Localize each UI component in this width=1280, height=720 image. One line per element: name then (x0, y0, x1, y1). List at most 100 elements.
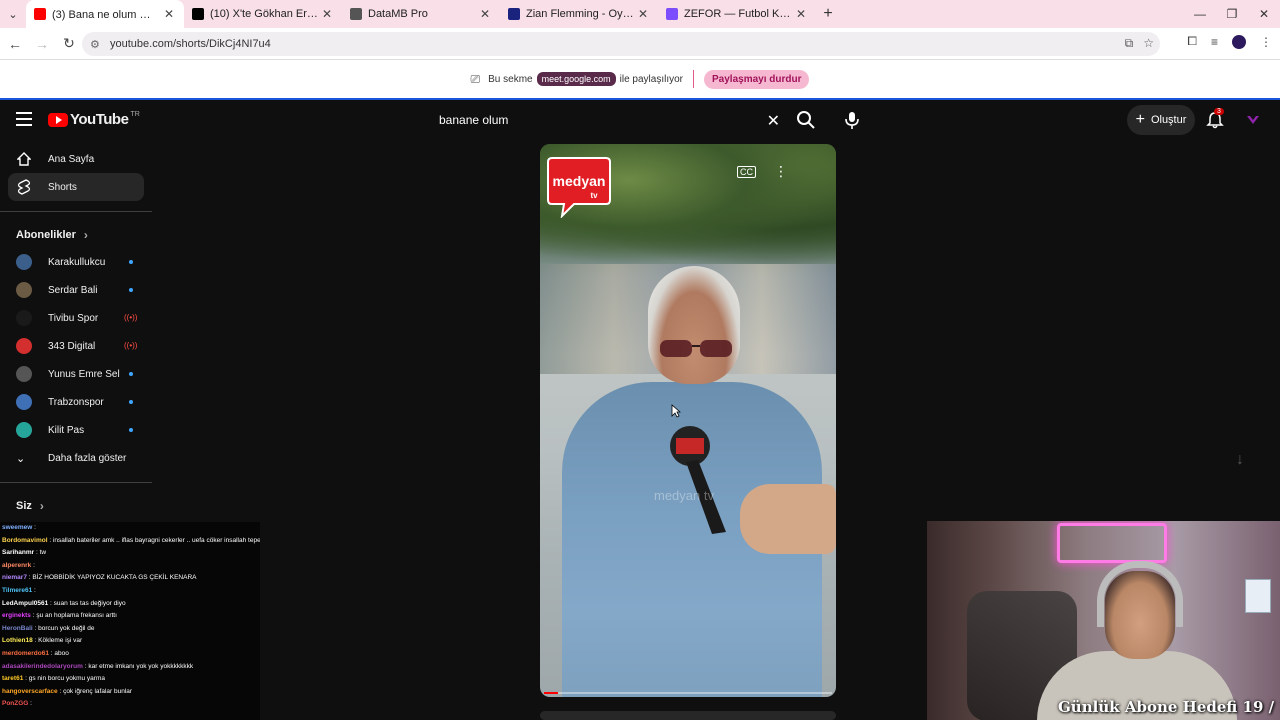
interviewer-hand (740, 484, 836, 554)
chat-text: Kökleme işi var (38, 637, 83, 645)
subscription-item[interactable]: Serdar Bali (0, 276, 152, 304)
home-icon (16, 151, 32, 167)
shared-site-pill[interactable]: meet.google.com (536, 72, 616, 86)
more-options-icon[interactable]: ⋮ (774, 163, 788, 180)
subscription-item[interactable]: Tivibu Spor ((•)) (0, 304, 152, 332)
subscription-item[interactable]: Karakullukcu (0, 248, 152, 276)
captions-button[interactable]: CC (737, 166, 756, 178)
stop-sharing-button[interactable]: Paylaşmayı durdur (704, 69, 810, 89)
headset-shape (1097, 561, 1183, 627)
url-field[interactable]: ⚙ youtube.com/shorts/DikCj4NI7u4 ⧉ ☆ (82, 32, 1160, 56)
browser-tab[interactable]: (10) X'te Gökhan Erdem: "fabinl✕ (184, 0, 342, 28)
subscriptions-header[interactable]: Abonelikler › (0, 222, 152, 248)
new-content-dot-icon (129, 428, 133, 432)
channel-avatar (16, 254, 32, 270)
channel-avatar (16, 422, 32, 438)
neon-sign (1057, 523, 1167, 563)
chat-text: suan tas tas değiyor diyo (53, 599, 126, 607)
account-avatar[interactable] (1245, 112, 1261, 128)
close-window-icon[interactable]: ✕ (1248, 0, 1280, 28)
minimize-icon[interactable]: — (1184, 0, 1216, 28)
short-video-player[interactable]: medyan tv CC ⋮ medyan tv (540, 144, 836, 697)
chat-text: aboo (54, 649, 69, 657)
sidebar-item-home[interactable]: Ana Sayfa (8, 145, 144, 173)
install-app-icon[interactable]: ⧉ (1125, 36, 1134, 51)
microphone-icon[interactable] (842, 109, 862, 131)
youtube-logo[interactable]: YouTube TR (48, 111, 140, 128)
progress-fill (544, 692, 559, 694)
forward-icon[interactable]: → (30, 32, 54, 56)
channel-name: Serdar Bali (48, 284, 98, 296)
chat-text: çok iğrenç lafalar bunlar (63, 687, 133, 695)
chat-username: hangoverscarface (2, 687, 58, 695)
browser-tab[interactable]: ZEFOR — Futbol Kadro Planlama✕ (658, 0, 816, 28)
profile-avatar[interactable] (1232, 34, 1246, 49)
create-button[interactable]: + Oluştur (1127, 105, 1195, 135)
channel-avatar (16, 338, 32, 354)
tab-title: DataMB Pro (368, 8, 428, 20)
chat-username: PonZGG (2, 700, 29, 708)
browser-menu-icon[interactable]: ⋮ (1260, 35, 1272, 49)
chat-message: PonZGG : (2, 698, 260, 711)
sidebar-divider (0, 482, 152, 483)
chat-username: niemar7 (2, 574, 27, 582)
close-tab-icon[interactable]: ✕ (478, 7, 492, 21)
browser-tab[interactable]: (3) Bana ne olum 😂 #shorts✕ (26, 0, 184, 28)
search-icon[interactable] (794, 109, 818, 131)
browser-tab[interactable]: DataMB Pro ✕ (342, 0, 500, 28)
back-icon[interactable]: ← (3, 32, 27, 56)
menu-icon[interactable] (16, 112, 32, 126)
divider (693, 70, 694, 88)
youtube-play-icon (48, 112, 68, 127)
browser-tab-bar: ⌄ (3) Bana ne olum 😂 #shorts✕(10) X'te G… (0, 0, 1280, 28)
restore-icon[interactable]: ❐ (1216, 0, 1248, 28)
tab-favicon-icon (508, 8, 520, 20)
subscription-item[interactable]: Yunus Emre Sel (0, 360, 152, 388)
close-tab-icon[interactable]: ✕ (162, 7, 176, 21)
channel-avatar (16, 282, 32, 298)
close-tab-icon[interactable]: ✕ (794, 7, 808, 21)
tab-sharing-bar: ⎚ Bu sekme meet.google.com ile paylaşılı… (0, 60, 1280, 100)
chat-message: sweemew : (2, 522, 260, 535)
bookmark-star-icon[interactable]: ☆ (1143, 36, 1154, 51)
chat-text: tw (39, 549, 47, 557)
next-short-preview[interactable] (540, 711, 836, 720)
chat-text: kar etme imkanı yok yok yokkkkkkkk (88, 662, 194, 670)
chevron-down-icon: ⌄ (16, 452, 26, 465)
live-icon: ((•)) (124, 313, 138, 322)
subscription-item[interactable]: Kilit Pas (0, 416, 152, 444)
chat-message: hangoverscarface : çok iğrenç lafalar bu… (2, 686, 260, 699)
you-header[interactable]: Siz › (0, 493, 152, 519)
notifications-button[interactable]: 3 (1206, 108, 1224, 129)
close-tab-icon[interactable]: ✕ (320, 7, 334, 21)
show-more-button[interactable]: ⌄ Daha fazla göster (0, 444, 152, 472)
close-tab-icon[interactable]: ✕ (636, 7, 650, 21)
chat-username: Tilmere61 (2, 586, 33, 594)
tab-search-icon[interactable]: ⌄ (0, 0, 26, 28)
video-progress-bar[interactable] (544, 692, 832, 694)
subscription-item[interactable]: Trabzonspor (0, 388, 152, 416)
site-info-icon[interactable]: ⚙ (90, 37, 104, 51)
subscription-item[interactable]: 343 Digital ((•)) (0, 332, 152, 360)
chat-text: şu an hoplama frekansı arttı (36, 612, 117, 620)
sidebar-item-label: Ana Sayfa (48, 153, 95, 165)
sidebar-item-shorts[interactable]: Shorts (8, 173, 144, 201)
framed-jersey (1245, 579, 1271, 613)
extensions-icon[interactable]: ⧠ (1187, 34, 1197, 49)
reload-icon[interactable]: ↻ (57, 32, 81, 56)
chat-text: gs nin borcu yokmu yarma (28, 675, 105, 683)
sidebar: Ana Sayfa Shorts Abonelikler › Karakullu… (0, 145, 152, 519)
search-input[interactable]: banane olum ✕ (428, 105, 788, 135)
next-short-arrow-icon[interactable]: ↓ (1236, 451, 1244, 469)
channel-name: Yunus Emre Sel (48, 368, 120, 380)
browser-tab[interactable]: Zian Flemming - Oyuncu profili✕ (500, 0, 658, 28)
chat-separator: : (32, 586, 36, 594)
chat-separator: : (31, 561, 35, 569)
clear-search-icon[interactable]: ✕ (767, 111, 780, 131)
address-bar: ← → ↻ ⚙ youtube.com/shorts/DikCj4NI7u4 ⧉… (0, 28, 1280, 60)
new-tab-button[interactable]: + (816, 5, 840, 23)
chat-username: HeronBali (2, 624, 33, 632)
media-controls-icon[interactable]: ≡ (1211, 35, 1218, 49)
show-more-label: Daha fazla göster (48, 452, 127, 464)
chat-message: HeronBali : borcun yok değil de (2, 623, 260, 636)
